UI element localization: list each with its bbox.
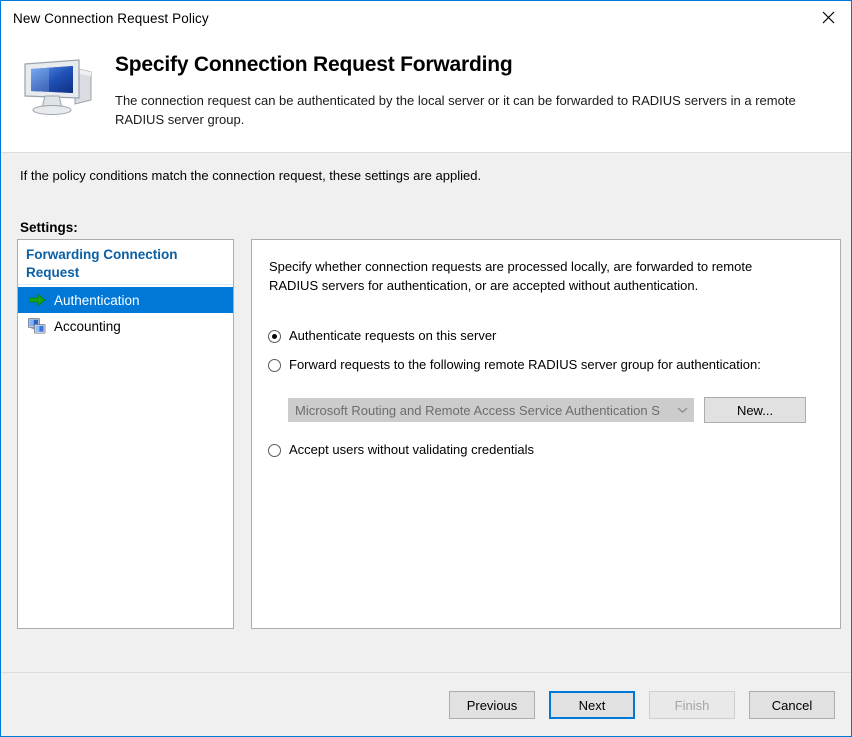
radio-label: Authenticate requests on this server <box>289 328 497 343</box>
remote-radius-server-group-select[interactable]: Microsoft Routing and Remote Access Serv… <box>288 398 694 422</box>
network-computers-glyph <box>28 318 46 334</box>
computer-monitor-icon <box>19 52 103 118</box>
sidebar-item-authentication[interactable]: Authentication <box>18 287 233 313</box>
close-icon[interactable] <box>805 1 851 34</box>
green-arrow-glyph <box>28 293 46 307</box>
sidebar-item-label: Accounting <box>54 318 121 334</box>
green-arrow-icon <box>27 291 47 309</box>
tree-group-header: Forwarding Connection Request <box>18 240 233 285</box>
window-title: New Connection Request Policy <box>13 10 209 26</box>
radio-label: Accept users without validating credenti… <box>289 442 534 457</box>
dialog-window: New Connection Request Policy Specify Co… <box>0 0 852 737</box>
intro-text: If the policy conditions match the conne… <box>20 168 482 183</box>
network-computers-icon <box>27 317 47 335</box>
radio-authenticate-on-this-server[interactable]: Authenticate requests on this server <box>268 328 496 344</box>
chevron-down-glyph <box>677 407 687 414</box>
settings-tree-panel: Forwarding Connection Request Authentica… <box>17 239 234 629</box>
radio-mark <box>268 444 281 457</box>
previous-button[interactable]: Previous <box>449 691 535 719</box>
footer-button-bar: Previous Next Finish Cancel <box>449 691 835 719</box>
content-description: Specify whether connection requests are … <box>269 259 753 293</box>
sidebar-item-label: Authentication <box>54 292 140 308</box>
remote-radius-server-group-value: Microsoft Routing and Remote Access Serv… <box>295 402 660 418</box>
sidebar-item-accounting[interactable]: Accounting <box>18 313 233 339</box>
computer-monitor-glyph <box>24 59 92 115</box>
close-glyph <box>822 11 834 24</box>
radio-mark <box>268 330 281 343</box>
radio-mark <box>268 359 281 372</box>
radio-accept-without-validating-credentials[interactable]: Accept users without validating credenti… <box>268 442 534 458</box>
settings-label: Settings: <box>20 220 78 235</box>
new-server-group-button[interactable]: New... <box>704 397 806 423</box>
page-description: The connection request can be authentica… <box>115 93 796 127</box>
header-banner: Specify Connection Request Forwarding Th… <box>1 35 851 153</box>
radio-forward-to-remote-radius-group[interactable]: Forward requests to the following remote… <box>268 357 761 373</box>
radio-label: Forward requests to the following remote… <box>289 357 761 372</box>
content-panel: Specify whether connection requests are … <box>251 239 841 629</box>
footer-separator <box>1 672 851 673</box>
title-bar: New Connection Request Policy <box>1 1 851 35</box>
chevron-down-icon <box>671 406 693 414</box>
next-button[interactable]: Next <box>549 691 635 719</box>
finish-button: Finish <box>649 691 735 719</box>
cancel-button[interactable]: Cancel <box>749 691 835 719</box>
page-title: Specify Connection Request Forwarding <box>115 53 513 76</box>
